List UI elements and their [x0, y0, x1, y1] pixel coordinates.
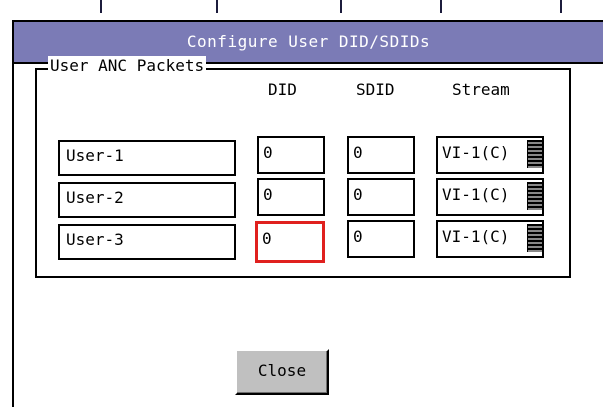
sdid-field[interactable]: 0	[347, 220, 415, 258]
sdid-field[interactable]: 0	[347, 136, 415, 174]
stream-select[interactable]: VI-1(C)	[436, 220, 544, 258]
did-field-focused[interactable]: 0	[255, 221, 325, 263]
close-button[interactable]: Close	[235, 349, 329, 395]
scroll-handle-icon[interactable]	[527, 224, 542, 252]
stream-column-header: Stream	[452, 80, 510, 99]
user-name-field[interactable]: User-2	[58, 182, 236, 218]
did-field[interactable]: 0	[257, 178, 325, 216]
scroll-handle-icon[interactable]	[527, 140, 542, 168]
scroll-handle-icon[interactable]	[527, 182, 542, 210]
stream-select-value: VI-1(C)	[442, 143, 510, 162]
did-field[interactable]: 0	[257, 136, 325, 174]
background-window-strip	[0, 0, 603, 13]
sdid-column-header: SDID	[356, 80, 395, 99]
sdid-field[interactable]: 0	[347, 178, 415, 216]
stream-select[interactable]: VI-1(C)	[436, 178, 544, 216]
user-name-field[interactable]: User-1	[58, 140, 236, 176]
stream-select-value: VI-1(C)	[442, 227, 510, 246]
did-column-header: DID	[268, 80, 297, 99]
user-name-field[interactable]: User-3	[58, 224, 236, 260]
group-label: User ANC Packets	[48, 56, 207, 76]
stream-select-value: VI-1(C)	[442, 185, 510, 204]
stream-select[interactable]: VI-1(C)	[436, 136, 544, 174]
